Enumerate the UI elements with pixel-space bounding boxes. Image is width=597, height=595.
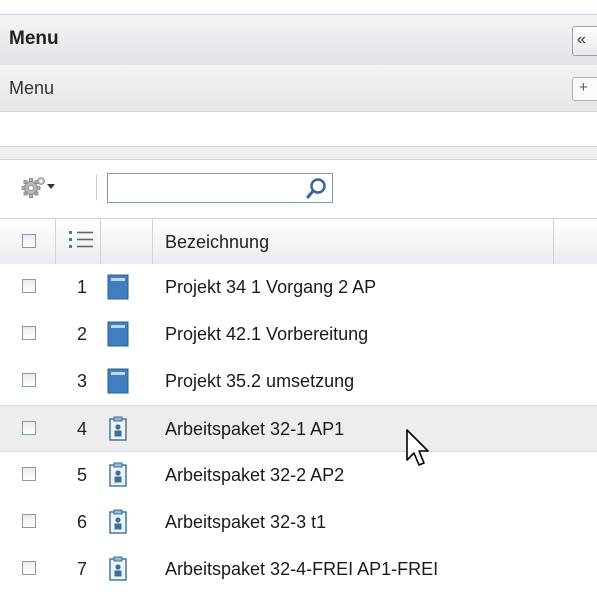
column-divider xyxy=(152,219,153,264)
toolbar-separator xyxy=(96,175,97,200)
table-row[interactable]: 1 Projekt 34 1 Vorgang 2 AP xyxy=(0,264,597,311)
row-number: 4 xyxy=(76,419,87,439)
work-package-icon xyxy=(109,462,127,487)
empty-area xyxy=(0,112,597,147)
expand-button[interactable]: + xyxy=(572,77,597,101)
column-divider xyxy=(55,219,56,264)
row-name: Arbeitspaket 32-1 AP1 xyxy=(165,419,345,439)
row-checkbox[interactable] xyxy=(22,421,36,435)
row-checkbox[interactable] xyxy=(22,279,36,293)
row-number: 6 xyxy=(76,512,87,532)
column-divider xyxy=(100,219,101,264)
row-name: Projekt 35.2 umsetzung xyxy=(165,371,355,391)
column-divider xyxy=(553,219,554,264)
work-package-icon xyxy=(109,509,127,534)
row-number: 3 xyxy=(76,371,87,391)
row-checkbox[interactable] xyxy=(22,514,36,528)
project-icon xyxy=(107,321,129,347)
project-icon xyxy=(107,368,129,394)
search-icon[interactable] xyxy=(304,176,330,200)
numbering-icon xyxy=(69,231,93,248)
gear-icon[interactable] xyxy=(21,176,47,198)
row-checkbox[interactable] xyxy=(22,467,36,481)
panel-header: Menu « xyxy=(0,14,597,66)
row-name: Arbeitspaket 32-4-FREI AP1-FREI xyxy=(165,559,439,579)
toolbar-strip xyxy=(0,147,597,160)
row-checkbox[interactable] xyxy=(22,373,36,387)
row-name: Projekt 34 1 Vorgang 2 AP xyxy=(165,277,377,297)
table-row[interactable]: 6 Arbeitspaket 32-3 t1 xyxy=(0,499,597,546)
table-row[interactable]: 4 Arbeitspaket 32-1 AP1 xyxy=(0,405,597,452)
row-number: 5 xyxy=(76,465,87,485)
search-input[interactable] xyxy=(107,173,333,203)
mouse-cursor-icon xyxy=(406,429,429,466)
table-row[interactable]: 5 Arbeitspaket 32-2 AP2 xyxy=(0,452,597,499)
row-number: 1 xyxy=(76,277,87,297)
subheader-title: Menu xyxy=(9,78,55,98)
table-row[interactable]: 3 Projekt 35.2 umsetzung xyxy=(0,358,597,405)
row-checkbox[interactable] xyxy=(22,326,36,340)
row-number: 7 xyxy=(76,559,87,579)
collapse-panel-button[interactable]: « xyxy=(572,26,597,56)
row-number: 2 xyxy=(76,324,87,344)
menu-panel: Menu « Menu + Bezeichnung 1 Projekt 34 1… xyxy=(0,0,597,595)
select-all-checkbox[interactable] xyxy=(22,234,36,248)
work-package-icon xyxy=(109,416,127,441)
project-icon xyxy=(107,274,129,300)
table-row[interactable]: 7 Arbeitspaket 32-4-FREI AP1-FREI xyxy=(0,546,597,593)
table-row[interactable]: 2 Projekt 42.1 Vorbereitung xyxy=(0,311,597,358)
column-header-bezeichnung[interactable]: Bezeichnung xyxy=(165,232,269,253)
grid-header: Bezeichnung xyxy=(0,218,597,265)
row-name: Arbeitspaket 32-3 t1 xyxy=(165,512,327,532)
row-name: Arbeitspaket 32-2 AP2 xyxy=(165,465,345,485)
panel-subheader: Menu + xyxy=(0,65,597,112)
chevron-down-icon[interactable] xyxy=(47,184,55,189)
work-package-icon xyxy=(109,556,127,581)
row-name: Projekt 42.1 Vorbereitung xyxy=(165,324,369,344)
row-checkbox[interactable] xyxy=(22,561,36,575)
panel-title: Menu xyxy=(9,28,59,49)
